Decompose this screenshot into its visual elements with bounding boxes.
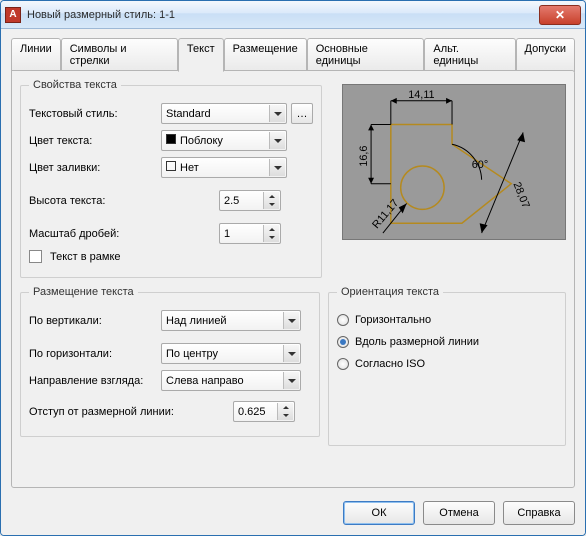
tab-alt-units[interactable]: Альт. единицы bbox=[424, 38, 515, 72]
titlebar: A Новый размерный стиль: 1-1 ✕ bbox=[1, 1, 585, 29]
chevron-down-icon bbox=[269, 105, 285, 122]
text-properties-group: Свойства текста Текстовый стиль: Standar… bbox=[20, 79, 322, 278]
tab-text[interactable]: Текст bbox=[178, 38, 224, 72]
text-frame-checkbox[interactable] bbox=[29, 250, 42, 263]
text-style-browse-button[interactable]: … bbox=[291, 103, 313, 124]
chevron-down-icon bbox=[283, 372, 299, 389]
fraction-scale-spin[interactable]: 1 bbox=[219, 223, 281, 244]
fraction-scale-label: Масштаб дробей: bbox=[29, 228, 215, 240]
fill-color-combo[interactable]: Нет bbox=[161, 157, 287, 178]
tab-lines[interactable]: Линии bbox=[11, 38, 61, 72]
text-color-label: Цвет текста: bbox=[29, 135, 157, 147]
chevron-down-icon bbox=[269, 132, 285, 149]
tab-placement[interactable]: Размещение bbox=[224, 38, 307, 72]
text-orientation-group: Ориентация текста Горизонтально Вдоль ра… bbox=[328, 286, 566, 446]
color-swatch-icon bbox=[166, 134, 176, 144]
chevron-down-icon bbox=[283, 312, 299, 329]
horizontal-combo[interactable]: По центру bbox=[161, 343, 301, 364]
offset-spin[interactable]: 0.625 bbox=[233, 401, 295, 422]
window-title: Новый размерный стиль: 1-1 bbox=[27, 9, 539, 21]
ok-button[interactable]: ОК bbox=[343, 501, 415, 525]
help-button[interactable]: Справка bbox=[503, 501, 575, 525]
app-icon: A bbox=[5, 7, 21, 23]
dim-top: 14,11 bbox=[408, 89, 434, 101]
tabstrip: Линии Символы и стрелки Текст Размещение… bbox=[11, 37, 575, 71]
text-orientation-legend: Ориентация текста bbox=[337, 286, 443, 298]
button-bar: ОК Отмена Справка bbox=[1, 501, 585, 525]
horizontal-label: По горизонтали: bbox=[29, 348, 157, 360]
text-placement-group: Размещение текста По вертикали: Над лини… bbox=[20, 286, 320, 437]
vertical-combo[interactable]: Над линией bbox=[161, 310, 301, 331]
offset-label: Отступ от размерной линии: bbox=[29, 406, 229, 418]
dialog-window: A Новый размерный стиль: 1-1 ✕ Линии Сим… bbox=[0, 0, 586, 536]
preview-pane: 14,11 16,6 28,07 R11,17 bbox=[342, 84, 566, 240]
text-frame-label: Текст в рамке bbox=[50, 251, 121, 263]
text-style-label: Текстовый стиль: bbox=[29, 108, 157, 120]
dialog-body: Линии Символы и стрелки Текст Размещение… bbox=[1, 29, 585, 535]
tab-symbols[interactable]: Символы и стрелки bbox=[61, 38, 178, 72]
color-swatch-icon bbox=[166, 161, 176, 171]
chevron-down-icon bbox=[283, 345, 299, 362]
vertical-label: По вертикали: bbox=[29, 315, 157, 327]
text-height-spin[interactable]: 2.5 bbox=[219, 190, 281, 211]
svg-text:16,6: 16,6 bbox=[358, 146, 370, 167]
cancel-button[interactable]: Отмена bbox=[423, 501, 495, 525]
text-height-label: Высота текста: bbox=[29, 195, 215, 207]
radio-along-dimline[interactable]: Вдоль размерной линии bbox=[337, 336, 557, 348]
text-properties-legend: Свойства текста bbox=[29, 79, 121, 91]
text-color-combo[interactable]: Поблоку bbox=[161, 130, 287, 151]
tab-primary-units[interactable]: Основные единицы bbox=[307, 38, 425, 72]
radio-iso[interactable]: Согласно ISO bbox=[337, 358, 557, 370]
text-placement-legend: Размещение текста bbox=[29, 286, 138, 298]
tabpanel: 14,11 16,6 28,07 R11,17 bbox=[11, 70, 575, 488]
tab-tolerances[interactable]: Допуски bbox=[516, 38, 575, 72]
fill-color-label: Цвет заливки: bbox=[29, 162, 157, 174]
close-button[interactable]: ✕ bbox=[539, 5, 581, 25]
direction-label: Направление взгляда: bbox=[29, 375, 157, 387]
direction-combo[interactable]: Слева направо bbox=[161, 370, 301, 391]
chevron-down-icon bbox=[269, 159, 285, 176]
text-style-combo[interactable]: Standard bbox=[161, 103, 287, 124]
svg-text:60°: 60° bbox=[472, 159, 488, 171]
radio-horizontal[interactable]: Горизонтально bbox=[337, 314, 557, 326]
